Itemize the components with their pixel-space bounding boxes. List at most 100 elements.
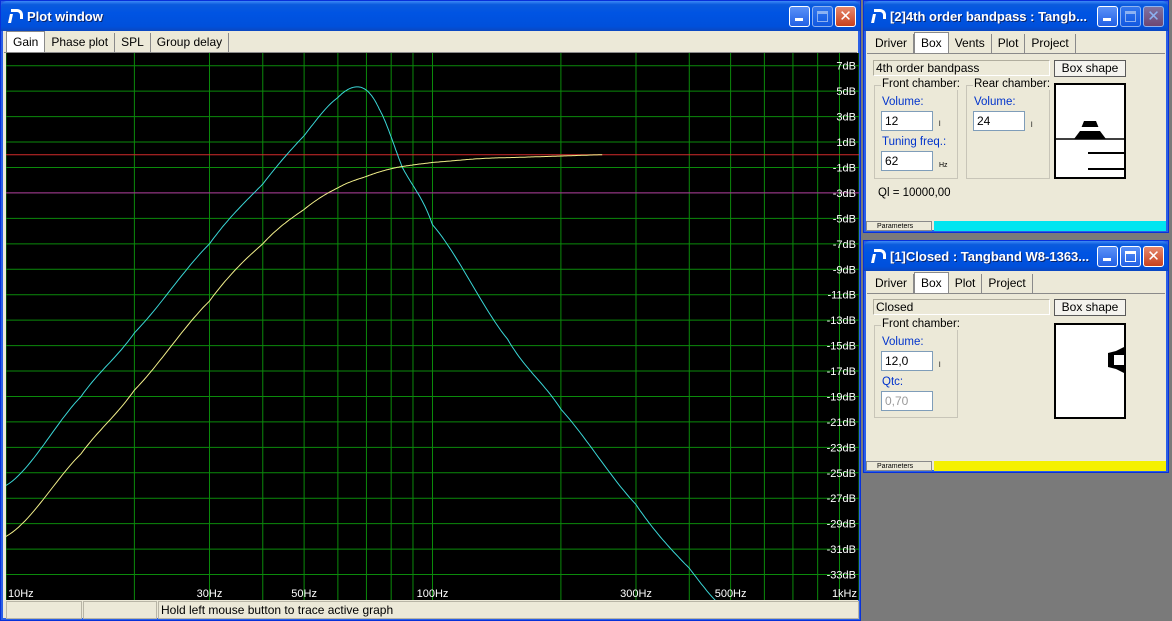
y-tick-label: -33dB — [827, 570, 856, 582]
front-volume-input[interactable]: 12 — [881, 111, 933, 131]
qtc-input[interactable]: 0,70 — [881, 391, 933, 411]
ql-readout: Ql = 10000,00 — [878, 187, 951, 199]
y-tick-label: -9dB — [833, 264, 856, 276]
tab-vents[interactable]: Vents — [948, 34, 992, 53]
tab-box[interactable]: Box — [914, 272, 949, 293]
maximize-button[interactable] — [1120, 245, 1141, 267]
minimize-button[interactable] — [1097, 5, 1118, 27]
y-tick-label: -29dB — [827, 519, 856, 531]
tab-driver[interactable]: Driver — [869, 274, 914, 293]
x-tick-label: 10Hz — [8, 588, 34, 600]
tuning-freq-input[interactable]: 62 — [881, 151, 933, 171]
bandpass-titlebar[interactable]: [2]4th order bandpass : Tangb... ✕ — [864, 1, 1168, 31]
front-volume-unit: l — [939, 121, 941, 128]
maximize-icon — [817, 10, 828, 22]
minimize-icon — [1103, 17, 1111, 21]
plot-window-titlebar[interactable]: Plot window ✕ — [1, 1, 860, 31]
tab-group-delay[interactable]: Group delay — [150, 33, 230, 52]
y-tick-label: -7dB — [833, 239, 856, 251]
box-type-field: Closed — [873, 299, 1050, 315]
minimize-button[interactable] — [789, 5, 810, 27]
tab-phase-plot[interactable]: Phase plot — [45, 33, 116, 52]
closed-color-strip — [934, 461, 1166, 471]
status-bar: Hold left mouse button to trace active g… — [6, 601, 859, 619]
y-tick-label: 5dB — [836, 86, 856, 98]
close-button[interactable]: ✕ — [1143, 245, 1164, 267]
y-tick-label: -15dB — [827, 341, 856, 353]
rear-chamber-label: Rear chamber: — [973, 78, 1052, 90]
closed-status-bar: Parameters — [866, 461, 1166, 471]
tab-project[interactable]: Project — [1025, 34, 1076, 53]
bandpass-status-bar: Parameters — [866, 221, 1166, 231]
box-type-field: 4th order bandpass — [873, 60, 1050, 76]
y-tick-label: -31dB — [827, 544, 856, 556]
maximize-button[interactable] — [812, 5, 833, 27]
x-tick-label: 100Hz — [417, 588, 449, 600]
app-logo-icon — [870, 248, 886, 264]
y-tick-label: -13dB — [827, 315, 856, 327]
tab-gain[interactable]: Gain — [6, 31, 46, 52]
volume-unit: l — [939, 362, 941, 369]
x-tick-label: 1kHz — [832, 588, 857, 600]
y-tick-label: 3dB — [836, 112, 856, 124]
closed-tabs: Driver Box Plot Project — [867, 272, 1165, 294]
x-tick-label: 500Hz — [715, 588, 747, 600]
plot-window: Plot window ✕ Gain Phase plot SPL Group … — [0, 0, 861, 621]
volume-label: Volume: — [882, 336, 924, 348]
minimize-icon — [1103, 257, 1111, 261]
closed-titlebar[interactable]: [1]Closed : Tangband W8-1363... ✕ — [864, 241, 1168, 271]
bandpass-window: [2]4th order bandpass : Tangb... ✕ Drive… — [863, 0, 1169, 233]
rear-volume-label: Volume: — [974, 96, 1016, 108]
parameters-tab[interactable]: Parameters — [866, 461, 932, 471]
y-tick-label: -11dB — [827, 290, 856, 302]
tab-plot[interactable]: Plot — [991, 34, 1026, 53]
minimize-button[interactable] — [1097, 245, 1118, 267]
y-tick-label: -17dB — [827, 366, 856, 378]
front-chamber-label: Front chamber: — [881, 318, 961, 330]
rear-volume-input[interactable]: 24 — [973, 111, 1025, 131]
bandpass-tabs: Driver Box Vents Plot Project — [867, 32, 1165, 54]
tab-spl[interactable]: SPL — [115, 33, 151, 52]
tuning-freq-unit: Hz — [939, 162, 948, 169]
app-logo-icon — [7, 8, 23, 24]
box-shape-button[interactable]: Box shape — [1054, 299, 1126, 316]
maximize-icon — [1125, 10, 1136, 22]
status-hint: Hold left mouse button to trace active g… — [158, 601, 859, 619]
qtc-label: Qtc: — [882, 376, 904, 388]
close-button[interactable]: ✕ — [1143, 5, 1164, 27]
bandpass-color-strip — [934, 221, 1166, 231]
close-icon: ✕ — [1147, 246, 1160, 265]
maximize-icon — [1125, 250, 1136, 262]
front-chamber-label: Front chamber: — [881, 78, 961, 90]
closed-window: [1]Closed : Tangband W8-1363... ✕ Driver… — [863, 240, 1169, 473]
tab-driver[interactable]: Driver — [869, 34, 914, 53]
app-logo-icon — [870, 8, 886, 24]
y-tick-label: -23dB — [827, 442, 856, 454]
tab-project[interactable]: Project — [982, 274, 1033, 293]
rear-volume-unit: l — [1031, 122, 1033, 129]
bandpass-box-preview — [1054, 83, 1126, 179]
volume-input[interactable]: 12,0 — [881, 351, 933, 371]
plot-tabs: Gain Phase plot SPL Group delay — [4, 31, 857, 53]
x-tick-label: 300Hz — [620, 588, 652, 600]
bandpass-box-shape — [1056, 121, 1124, 170]
gain-chart[interactable]: 7dB 5dB 3dB 1dB -1dB -3dB -5dB -7dB -9dB -11dB -13… — [6, 53, 859, 600]
y-tick-label: -27dB — [827, 493, 856, 505]
closed-title: [1]Closed : Tangband W8-1363... — [890, 248, 1090, 264]
y-tick-label: -25dB — [827, 468, 856, 480]
tab-plot[interactable]: Plot — [948, 274, 983, 293]
status-pane-1 — [6, 601, 82, 619]
maximize-button[interactable] — [1120, 5, 1141, 27]
parameters-tab[interactable]: Parameters — [866, 221, 932, 231]
x-tick-label: 30Hz — [197, 588, 223, 600]
y-tick-label: -19dB — [827, 391, 856, 403]
y-tick-label: -3dB — [833, 188, 856, 200]
x-tick-label: 50Hz — [291, 588, 317, 600]
front-volume-label: Volume: — [882, 96, 924, 108]
y-tick-label: 1dB — [836, 137, 856, 149]
close-button[interactable]: ✕ — [835, 5, 856, 27]
y-tick-label: -5dB — [833, 213, 856, 225]
tuning-freq-label: Tuning freq.: — [882, 136, 947, 148]
box-shape-button[interactable]: Box shape — [1054, 60, 1126, 77]
tab-box[interactable]: Box — [914, 32, 949, 53]
